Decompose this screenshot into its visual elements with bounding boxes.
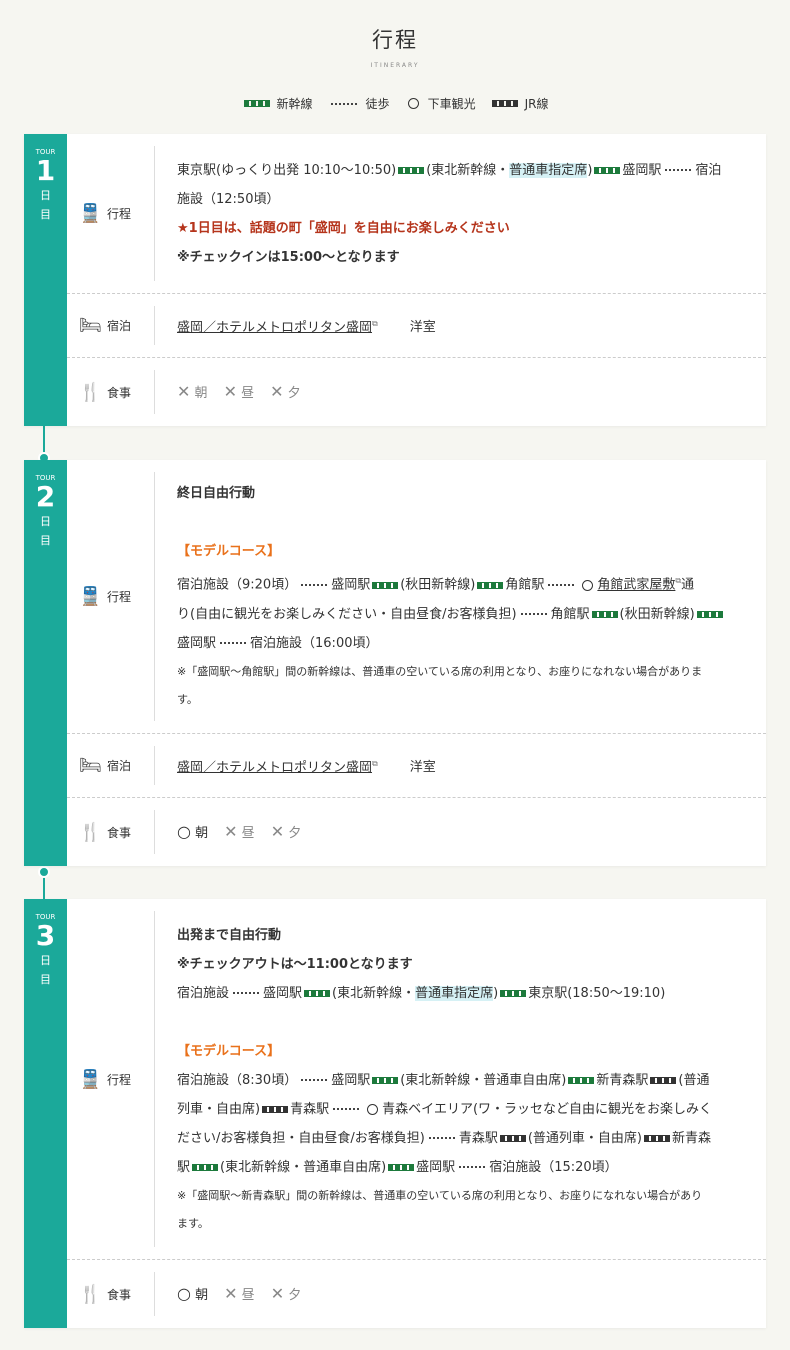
day-tab: TOUR 3 日 目 — [24, 899, 67, 1328]
walk-icon — [665, 169, 692, 171]
sightseeing-icon — [407, 98, 419, 109]
walk-icon — [333, 1108, 360, 1110]
page-title: 行程 — [372, 28, 418, 52]
legend-walk: 徒歩 — [327, 95, 390, 112]
itinerary-row: 🚆 行程 出発まで自由行動 ※チェックアウトは～11:00となります 宿泊施設 盛岡… — [67, 899, 766, 1260]
train-icon: 🚆 — [79, 586, 102, 607]
bed-icon: 🛏 — [79, 315, 102, 336]
hotel-link[interactable]: 盛岡／ホテルメトロポリタン盛岡 — [177, 320, 372, 335]
walk-icon — [301, 584, 328, 587]
external-link-icon: ⧉ — [372, 758, 378, 768]
cutlery-icon: 🍴 — [79, 821, 102, 843]
train-icon: 🚆 — [79, 203, 102, 224]
shinkansen-icon — [696, 610, 723, 618]
day-card-3: TOUR 3 日 目 🚆 行程 出発まで自由行動 ※チェックアウトは～11:00と… — [24, 899, 766, 1328]
shinkansen-icon — [372, 1076, 399, 1084]
shinkansen-icon — [388, 1163, 415, 1171]
legend-shinkansen: 新幹線 — [242, 95, 313, 112]
itinerary-row: 🚆 行程 終日自由行動 【モデルコース】 宿泊施設（9:20頃） 盛岡駅 (秋田新幹線… — [67, 460, 766, 734]
shinkansen-icon — [398, 166, 425, 174]
walk-icon — [459, 1166, 486, 1168]
shinkansen-icon — [243, 100, 270, 107]
external-link-icon: ⧉ — [372, 318, 378, 328]
shinkansen-icon — [372, 581, 399, 589]
walk-icon — [520, 613, 547, 616]
page-subtitle: ITINERARY — [370, 62, 420, 69]
day-tab: TOUR 1 日 目 — [24, 134, 67, 426]
jr-icon — [499, 1134, 526, 1142]
day-connector-dot — [38, 866, 50, 878]
walk-icon — [220, 642, 247, 645]
day-card-2: TOUR 2 日 目 🚆 行程 終日自由行動 【モデルコース】 宿泊施設（9:20… — [24, 460, 766, 866]
itinerary-row: 🚆 行程 東京駅(ゆっくり出発 10:10～10:50) (東北新幹線・普通車指定席… — [67, 134, 766, 294]
legend: 新幹線 徒歩 下車観光 JR線 — [0, 95, 790, 112]
day-number: 1 — [35, 154, 56, 187]
hotel-link[interactable]: 盛岡／ホテルメトロポリタン盛岡 — [177, 760, 372, 775]
meal-row: 🍴 食事 ○ 朝 ✕ 昼 ✕ 夕 — [67, 798, 766, 866]
day-card-1: TOUR 1 日 目 🚆 行程 東京駅(ゆっくり出発 10:10～10:50) (東… — [24, 134, 766, 426]
walk-icon — [428, 1137, 455, 1139]
jr-icon — [491, 100, 518, 107]
kakunodate-link[interactable]: 角館武家屋敷 — [597, 578, 675, 593]
jr-icon — [650, 1076, 677, 1084]
walk-icon — [548, 584, 575, 587]
shinkansen-icon — [304, 989, 331, 997]
train-icon: 🚆 — [79, 1068, 102, 1090]
itinerary-header: 行程 ITINERARY 新幹線 徒歩 下車観光 JR線 — [0, 0, 790, 112]
legend-jr: JR線 — [490, 95, 548, 112]
sightseeing-icon — [367, 1103, 379, 1115]
stay-row: 🛏 宿泊 盛岡／ホテルメトロポリタン盛岡⧉ 洋室 — [67, 734, 766, 798]
day-tab: TOUR 2 日 目 — [24, 460, 67, 866]
shinkansen-icon — [500, 989, 527, 997]
shinkansen-icon — [594, 166, 621, 174]
meal-row: 🍴 食事 ✕ 朝 ✕ 昼 ✕ 夕 — [67, 358, 766, 426]
day-number: 3 — [35, 919, 56, 952]
bed-icon: 🛏 — [79, 755, 102, 776]
day-number: 2 — [35, 480, 56, 513]
shinkansen-icon — [568, 1076, 595, 1084]
sightseeing-icon — [582, 579, 594, 591]
jr-icon — [644, 1134, 671, 1142]
legend-sightseeing: 下車観光 — [404, 95, 476, 112]
meal-row: 🍴 食事 ○ 朝 ✕ 昼 ✕ 夕 — [67, 1260, 766, 1328]
cutlery-icon: 🍴 — [79, 1283, 102, 1305]
shinkansen-icon — [192, 1163, 219, 1171]
stay-row: 🛏 宿泊 盛岡／ホテルメトロポリタン盛岡⧉ 洋室 — [67, 294, 766, 358]
walk-icon — [330, 102, 357, 105]
shinkansen-icon — [591, 610, 618, 618]
walk-icon — [233, 992, 260, 994]
walk-icon — [301, 1079, 328, 1081]
jr-icon — [262, 1105, 289, 1113]
shinkansen-icon — [477, 581, 504, 589]
cutlery-icon: 🍴 — [79, 381, 102, 403]
